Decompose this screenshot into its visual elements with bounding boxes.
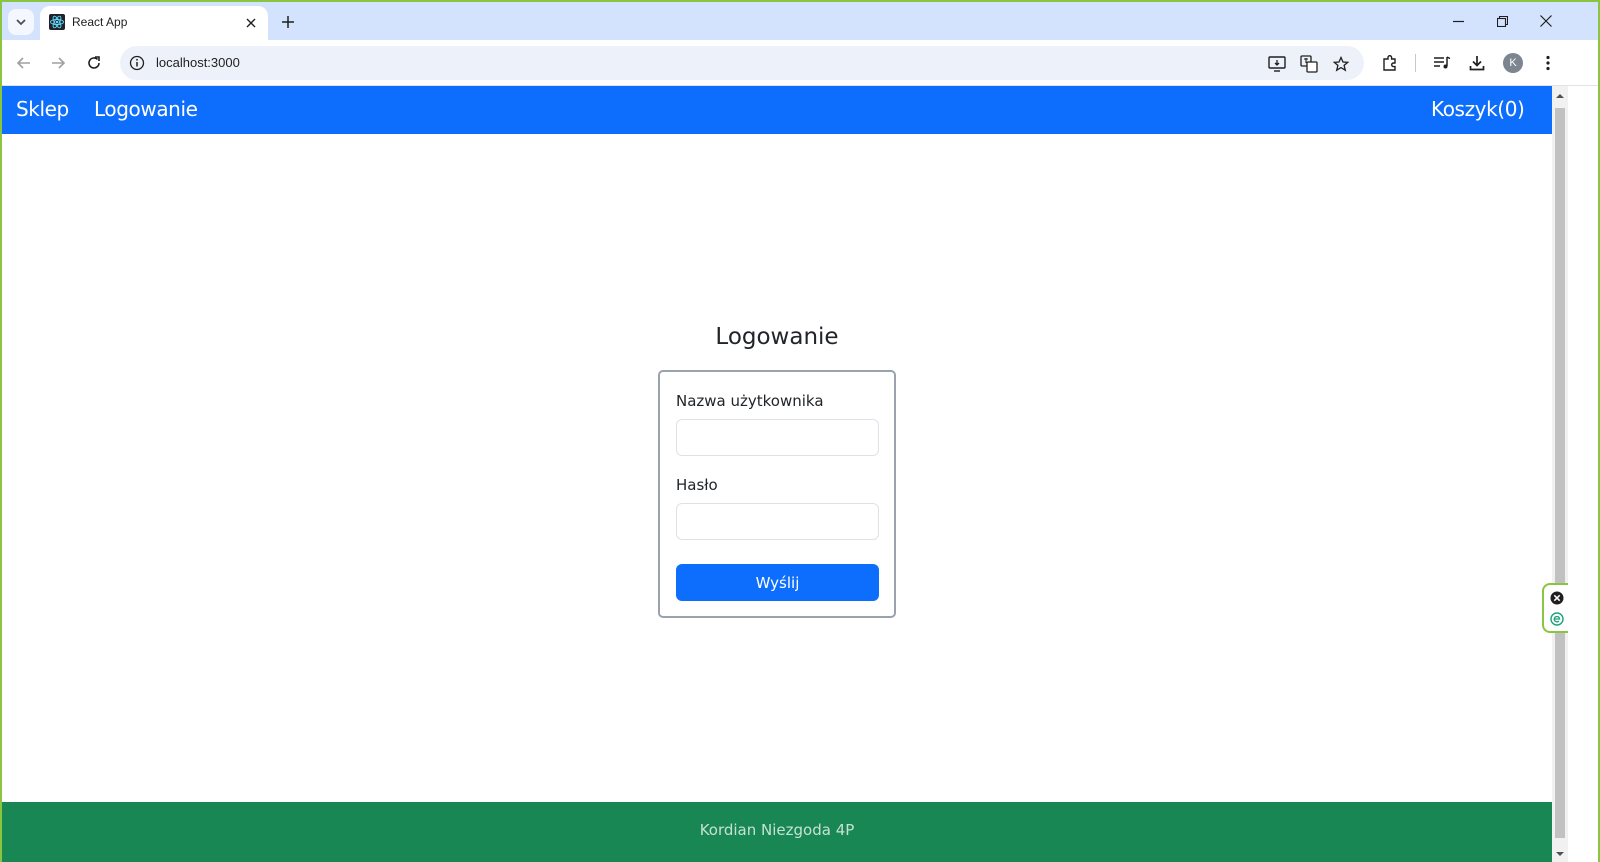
translate-icon	[1300, 55, 1318, 73]
window-close-button[interactable]	[1524, 6, 1568, 36]
browser-toolbar: localhost:3000 K	[2, 40, 1598, 86]
install-app-button[interactable]	[1266, 53, 1288, 75]
login-form: Nazwa użytkownika Hasło Wyślij	[658, 370, 896, 618]
extensions-button[interactable]	[1379, 52, 1401, 74]
tab-close-button[interactable]	[242, 14, 260, 32]
minimize-icon	[1452, 20, 1464, 22]
reload-button[interactable]	[80, 49, 108, 77]
plus-icon	[282, 16, 294, 28]
new-tab-button[interactable]	[276, 10, 300, 34]
toolbar-divider	[1415, 54, 1416, 72]
minimize-button[interactable]	[1436, 6, 1480, 36]
password-label: Hasło	[676, 476, 718, 494]
more-menu-icon	[1546, 55, 1550, 71]
submit-button[interactable]: Wyślij	[676, 564, 879, 601]
back-button[interactable]	[10, 49, 38, 77]
install-app-icon	[1268, 56, 1286, 72]
close-icon	[246, 18, 256, 28]
site-footer: Kordian Niezgoda 4P	[2, 802, 1552, 862]
chevron-down-icon	[16, 19, 26, 26]
react-logo-icon	[49, 14, 65, 30]
media-control-icon	[1434, 56, 1451, 69]
profile-avatar[interactable]: K	[1503, 53, 1523, 73]
browser-menu-button[interactable]	[1537, 52, 1559, 74]
browser-tab[interactable]: React App	[40, 6, 268, 40]
scroll-up-icon[interactable]	[1556, 92, 1564, 100]
close-circle-icon	[1550, 591, 1564, 605]
tab-strip: React App	[2, 2, 1598, 40]
site-info-icon[interactable]	[128, 54, 146, 72]
media-control-button[interactable]	[1431, 52, 1453, 74]
widget-close-button[interactable]	[1549, 590, 1565, 606]
widget-extension-button[interactable]	[1549, 611, 1565, 627]
password-input[interactable]	[676, 503, 879, 540]
restore-icon	[1496, 15, 1508, 27]
restore-button[interactable]	[1480, 6, 1524, 36]
address-bar[interactable]: localhost:3000	[120, 46, 1364, 80]
scrollbar-thumb[interactable]	[1555, 108, 1565, 838]
nav-brand-sklep[interactable]: Sklep	[16, 97, 69, 121]
translate-button[interactable]	[1298, 53, 1320, 75]
extensions-icon	[1383, 55, 1396, 71]
login-heading: Logowanie	[715, 324, 839, 350]
page-scrollbar[interactable]	[1552, 86, 1568, 862]
star-icon	[1333, 56, 1349, 72]
footer-text: Kordian Niezgoda 4P	[699, 821, 855, 839]
forward-button[interactable]	[44, 49, 72, 77]
tab-search-button[interactable]	[8, 9, 34, 35]
scroll-down-icon[interactable]	[1556, 850, 1564, 858]
page-viewport: Sklep Logowanie Koszyk(0) Logowanie Nazw…	[2, 86, 1552, 862]
back-arrow-icon	[16, 57, 30, 69]
nav-link-cart[interactable]: Koszyk(0)	[1431, 97, 1525, 121]
url-text[interactable]: localhost:3000	[156, 55, 240, 70]
extension-side-widget	[1542, 583, 1568, 633]
browser-window: React App localhost:3000 K Sklep Logowan…	[0, 0, 1600, 862]
nav-link-logowanie[interactable]: Logowanie	[94, 97, 198, 121]
reload-icon	[88, 56, 100, 69]
downloads-button[interactable]	[1466, 52, 1488, 74]
window-close-icon	[1540, 15, 1552, 27]
bookmark-button[interactable]	[1330, 53, 1352, 75]
forward-arrow-icon	[52, 57, 66, 69]
site-navbar: Sklep Logowanie Koszyk(0)	[2, 86, 1552, 134]
extension-e-icon	[1550, 612, 1564, 626]
username-label: Nazwa użytkownika	[676, 392, 824, 410]
download-icon	[1469, 56, 1485, 71]
tab-title: React App	[72, 15, 128, 29]
username-input[interactable]	[676, 419, 879, 456]
